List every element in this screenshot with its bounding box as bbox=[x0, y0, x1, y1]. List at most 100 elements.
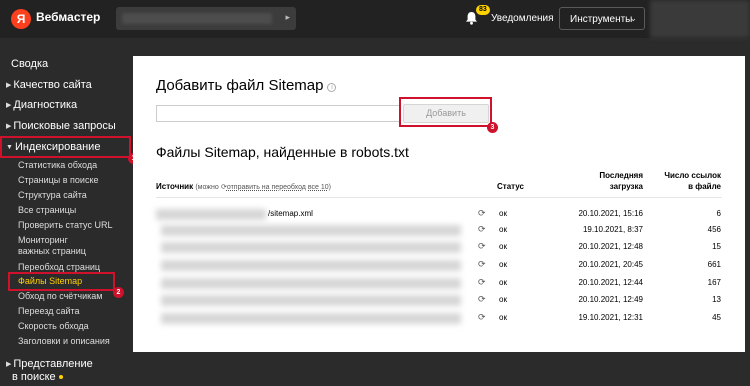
column-header-links-count: Число ссылок в файле bbox=[653, 170, 721, 192]
source-url-blurred[interactable] bbox=[161, 260, 461, 271]
recrawl-icon[interactable]: ⟳ bbox=[478, 312, 486, 323]
sitemap-url-input[interactable] bbox=[156, 105, 400, 122]
sidebar-subitem-label: Мониторинг bbox=[18, 235, 68, 245]
user-avatar-blurred[interactable] bbox=[650, 0, 750, 38]
section-title: Файлы Sitemap, найденные в robots.txt bbox=[156, 144, 409, 160]
chevron-down-icon: ⌄ bbox=[629, 13, 637, 23]
last-load-value: 20.10.2021, 12:44 bbox=[578, 278, 643, 287]
links-count-value: 456 bbox=[707, 225, 721, 234]
column-header-source: Источник (можно ⟳отправить на переобход … bbox=[156, 182, 331, 191]
triangle-right-icon: ▶ bbox=[6, 102, 12, 109]
last-load-value: 20.10.2021, 12:48 bbox=[578, 242, 643, 251]
status-value: ок bbox=[499, 260, 507, 269]
column-header-links-line2: в файле bbox=[688, 182, 721, 191]
source-url[interactable]: /sitemap.xml bbox=[268, 209, 313, 218]
highlight-box-sitemap bbox=[8, 272, 115, 291]
sidebar-item-diagnostics[interactable]: ▶ Диагностика bbox=[6, 99, 77, 111]
recrawl-icon[interactable]: ⟳ bbox=[478, 259, 486, 270]
sidebar-subitem-all-pages[interactable]: Все страницы bbox=[18, 205, 76, 216]
recrawl-icon[interactable]: ⟳ bbox=[478, 208, 486, 219]
top-bar: Я Вебмастер ▸ 83 Уведомления Инструменты… bbox=[0, 0, 750, 38]
status-value: ок bbox=[499, 225, 507, 234]
recrawl-icon[interactable]: ⟳ bbox=[478, 224, 486, 235]
sidebar-item-site-quality[interactable]: ▶ Качество сайта bbox=[6, 79, 92, 91]
sidebar-subitem-site-move[interactable]: Переезд сайта bbox=[18, 306, 80, 317]
step-marker-3: 3 bbox=[487, 122, 498, 133]
recrawl-all-note: (можно bbox=[195, 184, 219, 191]
bell-icon[interactable] bbox=[465, 11, 478, 25]
links-count-value: 6 bbox=[716, 209, 721, 218]
recrawl-icon[interactable]: ⟳ bbox=[478, 294, 486, 305]
step-marker-2: 2 bbox=[113, 287, 124, 298]
page-title-text: Добавить файл Sitemap bbox=[156, 77, 324, 94]
sidebar-item-label: Сводка bbox=[11, 58, 49, 70]
last-load-value: 20.10.2021, 12:49 bbox=[578, 295, 643, 304]
table-row: /sitemap.xml ⟳ ок 20.10.2021, 15:16 6 bbox=[133, 207, 745, 223]
sidebar-subitem-check-url[interactable]: Проверить статус URL bbox=[18, 220, 112, 231]
recrawl-icon[interactable]: ⟳ bbox=[478, 241, 486, 252]
table-row: ⟳ ок 20.10.2021, 12:48 15 bbox=[133, 240, 745, 256]
yandex-logo[interactable]: Я bbox=[11, 9, 31, 29]
main-card: Добавить файл Sitemap i Добавить 3 Файлы … bbox=[133, 56, 745, 352]
site-name-blurred bbox=[122, 13, 272, 24]
status-value: ок bbox=[499, 242, 507, 251]
source-url-blurred[interactable] bbox=[161, 313, 461, 324]
notifications-link[interactable]: Уведомления bbox=[491, 13, 554, 24]
sidebar-subitem-pages-in-search[interactable]: Страницы в поиске bbox=[18, 175, 99, 186]
sidebar-subitem-crawl-rate[interactable]: Скорость обхода bbox=[18, 321, 89, 332]
links-count-value: 15 bbox=[712, 242, 721, 251]
highlight-box-add-button bbox=[399, 97, 492, 127]
sidebar-item-summary[interactable]: Сводка bbox=[11, 58, 48, 70]
triangle-right-icon: ▶ bbox=[6, 123, 12, 130]
triangle-right-icon: ▶ bbox=[6, 82, 12, 89]
sidebar: Сводка ▶ Качество сайта ▶ Диагностика ▶ Пои… bbox=[0, 38, 139, 386]
links-count-value: 661 bbox=[707, 260, 721, 269]
tools-label: Инструменты bbox=[570, 14, 633, 25]
source-url-blurred[interactable] bbox=[161, 242, 461, 253]
sidebar-subitem-counter-crawl[interactable]: Обход по счётчикам bbox=[18, 291, 102, 302]
table-header-divider bbox=[156, 197, 722, 198]
column-header-last-load-line1: Последняя bbox=[599, 171, 643, 180]
info-icon[interactable]: i bbox=[327, 83, 337, 92]
last-load-value: 19.10.2021, 8:37 bbox=[582, 225, 643, 234]
sidebar-item-label-line2: в поиске bbox=[12, 371, 56, 383]
table-row: ⟳ ок 20.10.2021, 20:45 661 bbox=[133, 258, 745, 274]
column-header-source-label: Источник bbox=[156, 182, 194, 191]
sidebar-subitem-titles-descriptions[interactable]: Заголовки и описания bbox=[18, 336, 110, 347]
status-value: ок bbox=[499, 295, 507, 304]
sidebar-item-label: Диагностика bbox=[13, 99, 78, 111]
source-url-blurred[interactable] bbox=[161, 278, 461, 289]
recrawl-icon[interactable]: ⟳ bbox=[478, 277, 486, 288]
sidebar-subitem-monitoring[interactable]: Мониторинг важных страниц bbox=[18, 235, 86, 257]
source-url-blurred bbox=[156, 209, 266, 220]
sidebar-item-label: Качество сайта bbox=[13, 79, 92, 91]
triangle-right-icon: ▶ bbox=[6, 361, 12, 368]
site-selector[interactable]: ▸ bbox=[116, 7, 296, 30]
app-name[interactable]: Вебмастер bbox=[36, 10, 100, 24]
status-value: ок bbox=[499, 278, 507, 287]
links-count-value: 45 bbox=[712, 313, 721, 322]
table-row: ⟳ ок 19.10.2021, 12:31 45 bbox=[133, 311, 745, 327]
new-dot-indicator bbox=[58, 375, 63, 379]
source-url-blurred[interactable] bbox=[161, 295, 461, 306]
table-row: ⟳ ок 20.10.2021, 12:44 167 bbox=[133, 276, 745, 292]
sidebar-item-label: Поисковые запросы bbox=[13, 120, 116, 132]
table-row: ⟳ ок 19.10.2021, 8:37 456 bbox=[133, 223, 745, 239]
last-load-value: 20.10.2021, 15:16 bbox=[578, 209, 643, 218]
column-header-links-line1: Число ссылок bbox=[664, 171, 721, 180]
sidebar-item-search-appearance[interactable]: ▶ Представление в поиске bbox=[6, 358, 93, 384]
sidebar-item-label: Представление bbox=[13, 358, 93, 370]
sidebar-subitem-site-structure[interactable]: Структура сайта bbox=[18, 190, 87, 201]
notifications-badge: 83 bbox=[476, 5, 490, 15]
status-value: ок bbox=[499, 313, 507, 322]
column-header-last-load: Последняя загрузка bbox=[581, 170, 643, 192]
highlight-box-indexing bbox=[0, 136, 131, 158]
source-url-blurred[interactable] bbox=[161, 225, 461, 236]
tools-dropdown[interactable]: Инструменты ⌄ bbox=[559, 7, 645, 30]
last-load-value: 20.10.2021, 20:45 bbox=[578, 260, 643, 269]
links-count-value: 167 bbox=[707, 278, 721, 287]
recrawl-all-link[interactable]: отправить на переобход все 10) bbox=[227, 184, 331, 191]
sidebar-subitem-crawl-stats[interactable]: Статистика обхода bbox=[18, 160, 97, 171]
sidebar-item-search-queries[interactable]: ▶ Поисковые запросы bbox=[6, 120, 116, 132]
links-count-value: 13 bbox=[712, 295, 721, 304]
